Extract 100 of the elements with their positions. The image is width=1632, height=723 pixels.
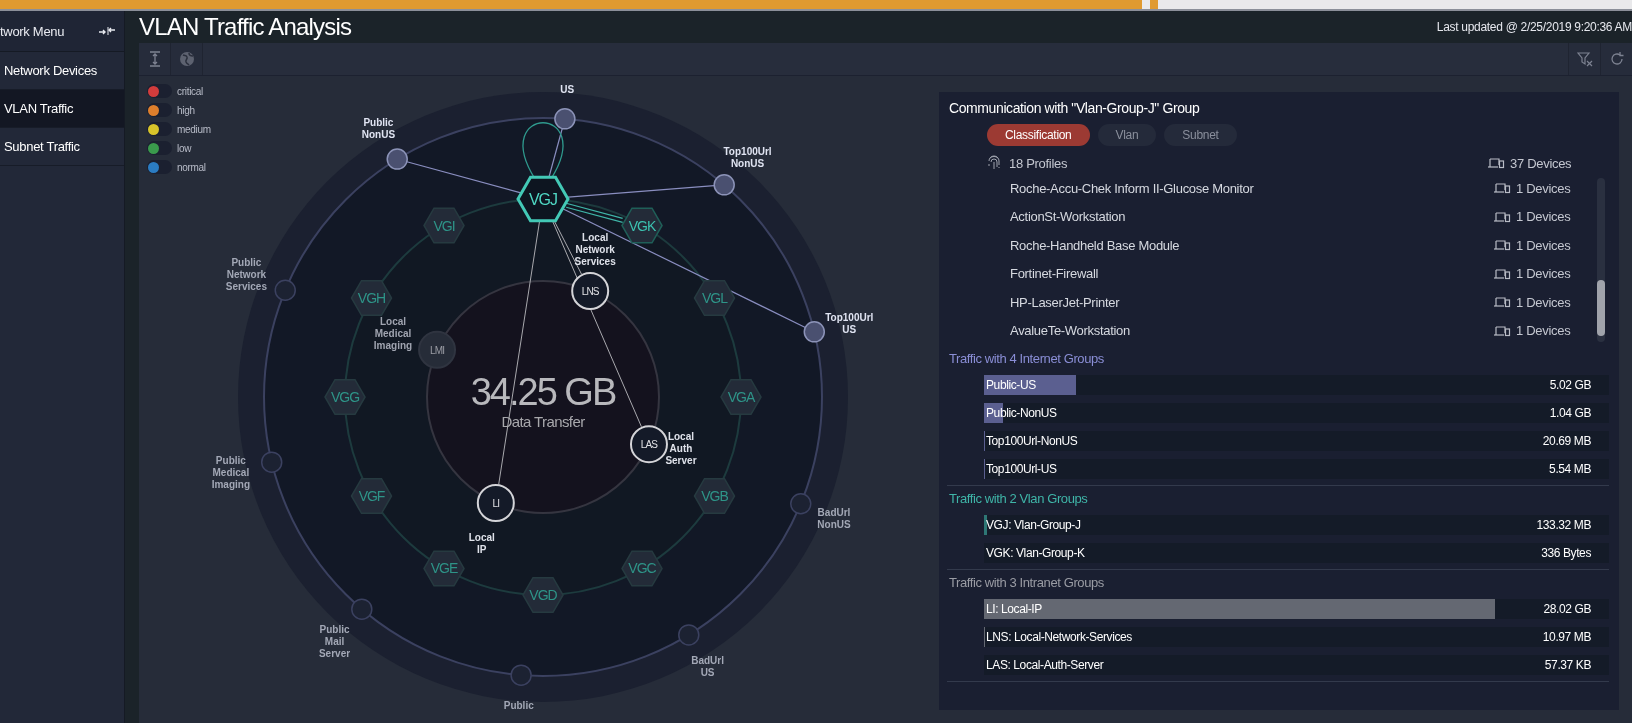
network-node[interactable] xyxy=(713,174,735,196)
sidebar-item[interactable]: VLAN Traffic xyxy=(0,90,124,128)
vlan-node[interactable]: VGF xyxy=(350,477,393,515)
vlan-node[interactable]: VGL xyxy=(693,279,736,317)
device-count: 1 Devices xyxy=(1516,266,1571,282)
traffic-value: 133.32 MB xyxy=(1536,518,1591,532)
devices-icon xyxy=(1487,157,1505,169)
node-label: Local Medical Imaging xyxy=(373,315,413,351)
profile-name: ActionSt-Workstation xyxy=(1010,209,1126,225)
vlan-node[interactable]: VGK xyxy=(621,207,663,244)
filter-clear-icon xyxy=(1576,51,1593,67)
devices-icon xyxy=(1493,296,1511,309)
menu-title: twork Menu xyxy=(0,23,65,39)
traffic-value: 336 Bytes xyxy=(1541,546,1591,560)
network-node[interactable] xyxy=(351,598,373,620)
tab[interactable]: Vlan xyxy=(1097,124,1157,146)
traffic-value: 10.97 MB xyxy=(1542,630,1591,644)
node-label: US xyxy=(560,83,575,95)
group-name[interactable]: Public-NonUS xyxy=(986,406,1057,420)
group-name[interactable]: LAS: Local-Auth-Server xyxy=(986,658,1104,672)
vlan-node[interactable]: VGG xyxy=(324,378,366,416)
vlan-node[interactable]: VGE xyxy=(423,550,465,587)
device-count: 1 Devices xyxy=(1516,323,1571,339)
node-label: Local IP xyxy=(468,531,495,555)
scrollbar[interactable] xyxy=(1597,178,1605,342)
profile-name: Roche-Accu-Chek Inform II-Glucose Monitor xyxy=(1010,180,1254,196)
network-node[interactable] xyxy=(678,624,700,646)
legend-toggle[interactable] xyxy=(147,141,172,155)
vlan-node[interactable]: VGB xyxy=(693,477,736,515)
legend-label: medium xyxy=(177,123,211,135)
profile-name: Roche-Handheld Base Module xyxy=(1010,237,1180,253)
node-label: BadUrl NonUS xyxy=(817,506,851,530)
section-title: Traffic with 4 Internet Groups xyxy=(949,350,1105,368)
sidebar-item[interactable]: Subnet Traffic xyxy=(0,128,124,166)
network-node[interactable]: LNS xyxy=(571,272,610,311)
node-label: Public Network Services xyxy=(225,257,267,293)
total-caption: Data Transfer xyxy=(501,413,585,430)
node-label: Local Auth Server xyxy=(665,431,697,467)
vertical-arrows-icon xyxy=(148,51,161,67)
device-count: 1 Devices xyxy=(1516,209,1571,225)
group-name[interactable]: Top100Url-NonUS xyxy=(986,434,1078,448)
devices-icon xyxy=(1493,324,1511,337)
vlan-node[interactable]: VGH xyxy=(350,279,393,317)
node-label: Public Mail Server xyxy=(318,624,351,660)
traffic-value: 1.04 GB xyxy=(1549,406,1591,420)
vlan-node[interactable]: VGA xyxy=(720,378,762,416)
panel-title: Communication with "Vlan-Group-J" Group xyxy=(949,100,1201,116)
legend-label: low xyxy=(177,142,192,154)
fingerprint-icon xyxy=(987,155,1001,171)
link-line xyxy=(548,127,563,179)
network-node[interactable] xyxy=(803,321,826,343)
group-name[interactable]: LI: Local-IP xyxy=(986,602,1042,616)
network-node[interactable]: LMI xyxy=(418,330,457,369)
globe-icon xyxy=(178,51,195,67)
vlan-node[interactable]: VGJ xyxy=(516,175,570,223)
scrollbar-thumb[interactable] xyxy=(1597,280,1605,336)
legend-toggle[interactable] xyxy=(147,160,172,174)
tab[interactable]: Classification xyxy=(987,124,1090,146)
collapse-icon xyxy=(98,25,116,37)
network-node[interactable]: LI xyxy=(476,483,515,522)
vlan-node[interactable]: VGD xyxy=(522,576,564,614)
traffic-value: 57.37 KB xyxy=(1544,658,1591,672)
traffic-value: 28.02 GB xyxy=(1543,602,1591,616)
node-label: Public NonUS xyxy=(361,117,396,141)
group-name[interactable]: Public-US xyxy=(986,378,1036,392)
legend-label: high xyxy=(177,104,195,116)
tab[interactable]: Subnet xyxy=(1164,124,1237,146)
last-updated-text: Last updated @ 2/25/2019 9:20:36 AM xyxy=(1436,20,1632,34)
total-value: 34.25 GB xyxy=(470,371,616,413)
network-node[interactable] xyxy=(510,664,532,686)
legend-toggle[interactable] xyxy=(147,103,172,117)
legend-toggle[interactable] xyxy=(147,122,172,136)
vlan-node[interactable]: VGI xyxy=(423,207,465,244)
network-node[interactable] xyxy=(790,493,812,515)
group-name[interactable]: VGK: Vlan-Group-K xyxy=(986,546,1085,560)
refresh-icon xyxy=(1609,52,1624,66)
profile-name: AvalueTe-Workstation xyxy=(1010,323,1130,339)
legend-label: normal xyxy=(177,161,206,173)
network-node[interactable] xyxy=(554,108,576,130)
devices-icon xyxy=(1493,239,1511,252)
node-label: Public xyxy=(503,700,534,712)
group-name[interactable]: Top100Url-US xyxy=(986,462,1057,476)
traffic-value: 5.54 MB xyxy=(1549,462,1591,476)
node-label: Local Network Services xyxy=(574,232,616,268)
network-node[interactable] xyxy=(386,148,408,170)
traffic-value: 5.02 GB xyxy=(1549,378,1591,392)
section-title: Traffic with 2 Vlan Groups xyxy=(949,490,1089,508)
node-label: Top100Url US xyxy=(825,312,874,336)
group-name[interactable]: LNS: Local-Network-Services xyxy=(986,630,1132,644)
device-count: 1 Devices xyxy=(1516,294,1571,310)
traffic-value: 20.69 MB xyxy=(1542,434,1591,448)
devices-icon xyxy=(1493,267,1511,280)
legend-toggle[interactable] xyxy=(147,84,172,98)
page-title: VLAN Traffic Analysis xyxy=(139,13,352,41)
vlan-node[interactable]: VGC xyxy=(621,550,663,587)
network-node[interactable] xyxy=(260,451,283,473)
group-name[interactable]: VGJ: Vlan-Group-J xyxy=(986,518,1081,532)
section-title: Traffic with 3 Intranet Groups xyxy=(949,574,1105,592)
node-label: Top100Url NonUS xyxy=(723,146,772,170)
network-node[interactable] xyxy=(274,279,296,301)
